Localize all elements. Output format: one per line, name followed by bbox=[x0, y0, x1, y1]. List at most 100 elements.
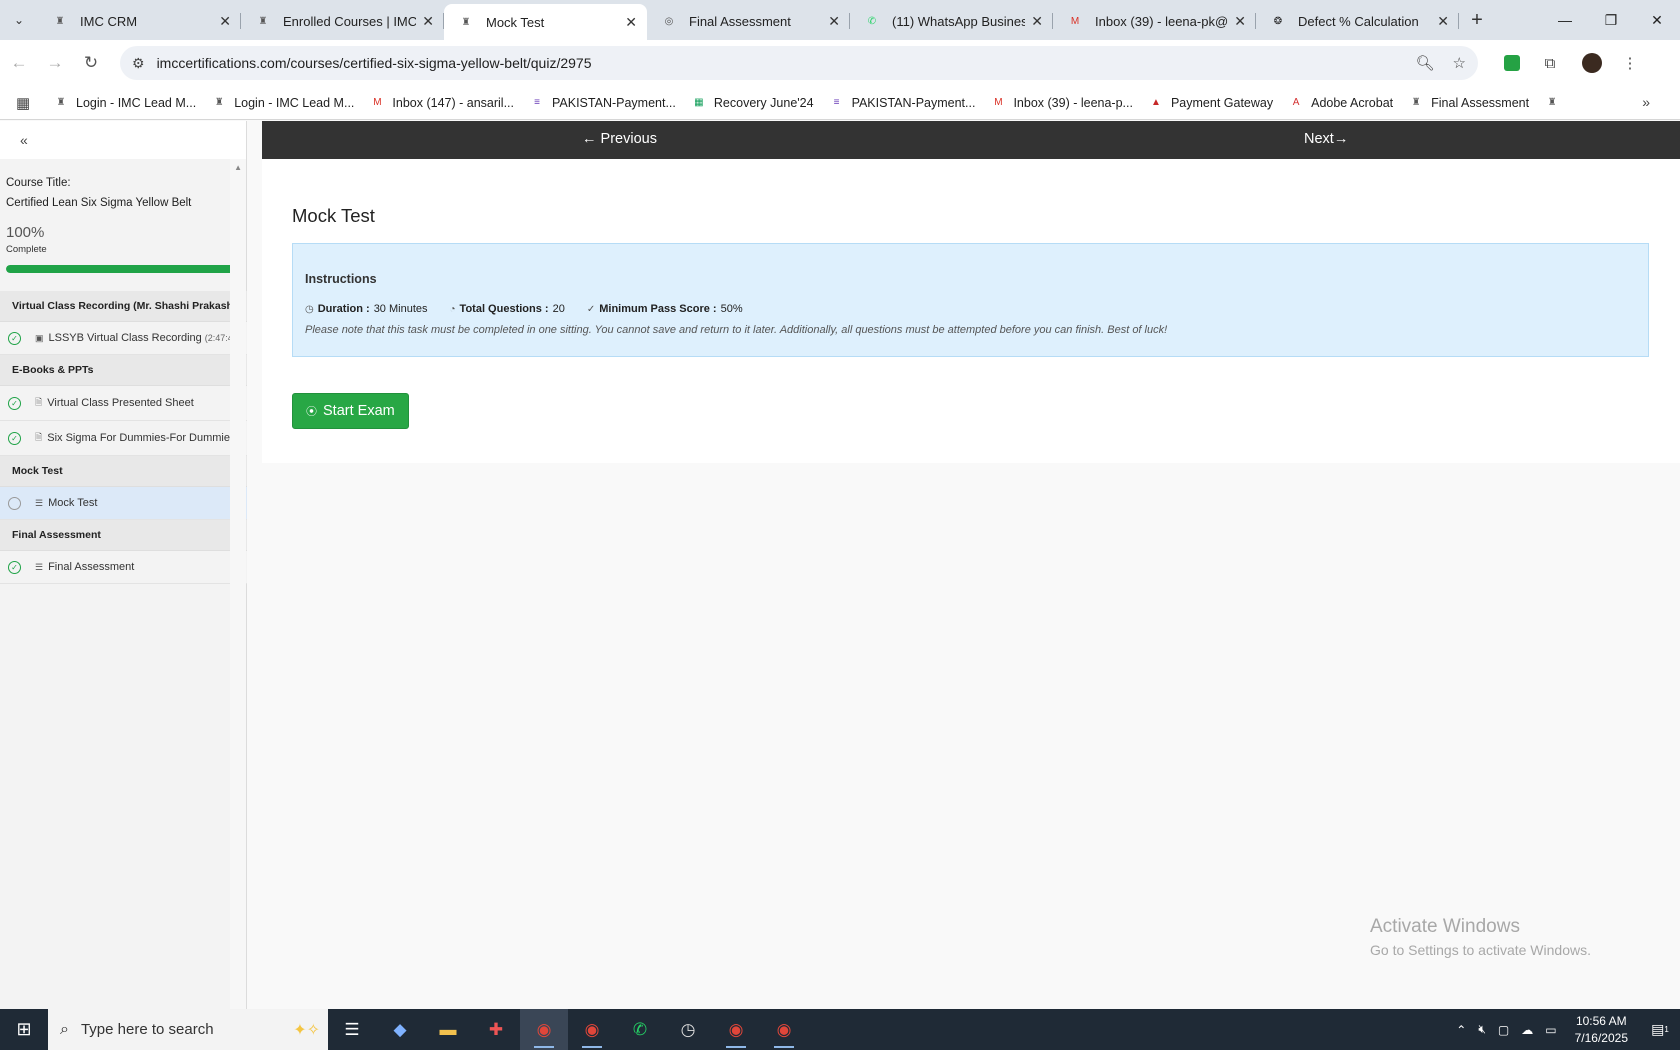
browser-tab[interactable]: ♜ Mock Test ✕ bbox=[444, 4, 647, 40]
next-button[interactable]: Next→ bbox=[1304, 131, 1348, 147]
bookmark-item[interactable]: ♜ Login - IMC Lead M... bbox=[54, 95, 197, 110]
chrome-icon[interactable]: ◉ bbox=[760, 1009, 808, 1050]
windows-taskbar: ⊞ ⌕ Type here to search ✦✧ ☰ ◆ ▬ ✚ ◉ ◉ ✆… bbox=[0, 1009, 1680, 1050]
lesson-item[interactable]: ✓ ☰ Final Assessment bbox=[0, 551, 247, 584]
quiz-icon: ☰ bbox=[35, 561, 44, 572]
whatsapp-icon: ✆ bbox=[867, 15, 877, 27]
whatsapp-icon[interactable]: ✆ bbox=[616, 1009, 664, 1050]
browser-tab[interactable]: ♜ Enrolled Courses | IMC C ✕ bbox=[241, 4, 444, 38]
tab-title: Enrolled Courses | IMC C bbox=[283, 13, 417, 29]
bookmark-item[interactable]: ≡ PAKISTAN-Payment... bbox=[530, 96, 676, 110]
close-tab-icon[interactable]: ✕ bbox=[625, 14, 637, 31]
taskbar-search[interactable]: ⌕ Type here to search ✦✧ bbox=[48, 1009, 328, 1050]
previous-button[interactable]: ← Previous bbox=[582, 131, 657, 147]
lesson-item[interactable]: ✓ 🗎︎ Six Sigma For Dummies-For Dummies bbox=[0, 421, 247, 456]
bookmark-item[interactable]: A Adobe Acrobat bbox=[1289, 96, 1393, 110]
sidebar-scrollbar[interactable] bbox=[230, 159, 246, 1009]
chrome-icon[interactable]: ◉ bbox=[568, 1009, 616, 1050]
browser-toolbar: ← → ↻ ⚙ imccertifications.com/courses/ce… bbox=[0, 40, 1680, 86]
bookmark-item[interactable]: M Inbox (39) - leena-p... bbox=[991, 96, 1133, 110]
browser-tab[interactable]: ❂ Defect % Calculation ✕ bbox=[1256, 4, 1459, 38]
forward-button[interactable]: → bbox=[38, 46, 72, 80]
address-bar[interactable]: ⚙ imccertifications.com/courses/certifie… bbox=[120, 46, 1478, 80]
close-tab-icon[interactable]: ✕ bbox=[422, 13, 434, 30]
close-tab-icon[interactable]: ✕ bbox=[219, 13, 231, 30]
pass-score-info: ✓ Minimum Pass Score :50% bbox=[587, 303, 743, 315]
browser-tab[interactable]: ◎ Final Assessment ✕ bbox=[647, 4, 850, 38]
task-view-icon[interactable]: ☰ bbox=[328, 1009, 376, 1050]
taskbar-search-placeholder: Type here to search bbox=[80, 1021, 214, 1038]
tab-title: Mock Test bbox=[486, 14, 545, 30]
minimize-button[interactable]: — bbox=[1542, 0, 1588, 40]
section-header[interactable]: Final Assessment bbox=[0, 520, 247, 551]
bookmark-item[interactable]: ♜ Final Assessment bbox=[1409, 96, 1529, 110]
section-header[interactable]: E-Books & PPTs bbox=[0, 355, 247, 386]
bookmark-item[interactable]: ≡ PAKISTAN-Payment... bbox=[830, 96, 976, 110]
file-explorer-icon[interactable]: ▬ bbox=[424, 1009, 472, 1050]
browser-tab[interactable]: M Inbox (39) - leena-pk@im ✕ bbox=[1053, 4, 1256, 38]
close-tab-icon[interactable]: ✕ bbox=[1234, 13, 1246, 30]
chrome-icon[interactable]: ◉ bbox=[712, 1009, 760, 1050]
course-title: Certified Lean Six Sigma Yellow Belt bbox=[6, 197, 192, 209]
meet-now-icon[interactable]: ▢ bbox=[1498, 1023, 1509, 1037]
browser-tab[interactable]: ♜ IMC CRM ✕ bbox=[38, 4, 241, 38]
bookmark-item[interactable]: ♜ Login - IMC Lead M... bbox=[212, 96, 355, 110]
chrome-icon[interactable]: ◉ bbox=[520, 1009, 568, 1050]
arrow-left-icon: ← bbox=[10, 53, 28, 72]
progress-status: Complete bbox=[6, 244, 47, 255]
bookmark-item[interactable]: M Inbox (147) - ansaril... bbox=[370, 96, 514, 110]
system-clock[interactable]: 10:56 AM 7/16/2025 bbox=[1575, 1013, 1628, 1047]
bookmark-item[interactable]: ▦ Recovery June'24 bbox=[692, 96, 813, 110]
volume-muted-icon[interactable]: 🔇︎ bbox=[1478, 1022, 1486, 1037]
restore-button[interactable]: ❐ bbox=[1588, 0, 1634, 40]
tab-search-button[interactable]: ⌄ bbox=[0, 0, 38, 40]
extensions-puzzle-icon[interactable]: ⧉ bbox=[1534, 47, 1566, 79]
browser-tab[interactable]: ✆ (11) WhatsApp Business ✕ bbox=[850, 4, 1053, 38]
reload-button[interactable]: ↻ bbox=[74, 46, 108, 80]
close-window-button[interactable]: ✕ bbox=[1634, 0, 1680, 40]
site-settings-icon[interactable]: ⚙ bbox=[132, 55, 145, 72]
bookmarks-overflow-icon[interactable]: » bbox=[1642, 94, 1650, 110]
start-button[interactable]: ⊞ bbox=[0, 1009, 48, 1050]
back-button[interactable]: ← bbox=[2, 46, 36, 80]
lesson-item[interactable]: ✓ ☰ Mock Test bbox=[0, 487, 247, 520]
section-header[interactable]: Mock Test bbox=[0, 456, 247, 487]
close-tab-icon[interactable]: ✕ bbox=[1437, 13, 1449, 30]
bookmark-label: Login - IMC Lead M... bbox=[76, 95, 197, 110]
zoom-icon[interactable]: 🔍︎ bbox=[1416, 54, 1435, 72]
copilot-icon[interactable]: ◆ bbox=[376, 1009, 424, 1050]
course-sidebar: « ▲ Course Title: Certified Lean Six Sig… bbox=[0, 121, 247, 1009]
check-circle-icon: ✓ bbox=[8, 396, 21, 410]
new-tab-button[interactable]: + bbox=[1459, 0, 1495, 40]
lesson-item[interactable]: ✓ ▣ LSSYB Virtual Class Recording (2:47:47) bbox=[0, 322, 247, 355]
url-text[interactable]: imccertifications.com/courses/certified-… bbox=[157, 55, 1398, 71]
collapse-sidebar-button[interactable]: « bbox=[0, 121, 246, 159]
close-tab-icon[interactable]: ✕ bbox=[828, 13, 840, 30]
course-title-label: Course Title: bbox=[6, 177, 71, 189]
acrobat-icon: A bbox=[1292, 97, 1300, 108]
scroll-up-arrow-icon[interactable]: ▲ bbox=[234, 163, 242, 172]
lesson-item[interactable]: ✓ 🗎︎ Virtual Class Presented Sheet bbox=[0, 386, 247, 421]
bookmark-label: Inbox (39) - leena-p... bbox=[1013, 95, 1133, 110]
bookmark-star-icon[interactable]: ☆ bbox=[1453, 54, 1466, 72]
network-icon[interactable]: ▭ bbox=[1545, 1023, 1556, 1037]
apps-grid-icon[interactable]: ▦ bbox=[16, 94, 36, 112]
globe-icon: ◎ bbox=[664, 15, 674, 27]
section-header[interactable]: Virtual Class Recording (Mr. Shashi Prak… bbox=[0, 291, 247, 322]
instructions-note: Please note that this task must be compl… bbox=[305, 324, 1168, 336]
app-icon[interactable]: ✚ bbox=[472, 1009, 520, 1050]
notification-center-icon[interactable]: ▤ 1 bbox=[1640, 1021, 1680, 1038]
profile-avatar[interactable] bbox=[1576, 47, 1608, 79]
chevron-up-icon[interactable]: ⌃ bbox=[1456, 1023, 1466, 1037]
progress-percent: 100% bbox=[6, 224, 45, 241]
bookmark-item[interactable]: ▲ Payment Gateway bbox=[1149, 96, 1273, 110]
extension-whatsapp-icon[interactable] bbox=[1496, 47, 1528, 79]
bookmark-item[interactable]: ♜ bbox=[1545, 96, 1567, 110]
close-tab-icon[interactable]: ✕ bbox=[1031, 13, 1043, 30]
onedrive-icon[interactable]: ☁ bbox=[1521, 1023, 1533, 1037]
instructions-panel: Instructions ◷ Duration :30 Minutes ◔ Tota… bbox=[292, 243, 1649, 357]
arrow-right-icon: → bbox=[46, 53, 64, 72]
browser-menu-icon[interactable]: ⋮ bbox=[1614, 47, 1646, 79]
start-exam-button[interactable]: ⦿ Start Exam bbox=[292, 393, 409, 429]
clock-app-icon[interactable]: ◷ bbox=[664, 1009, 712, 1050]
